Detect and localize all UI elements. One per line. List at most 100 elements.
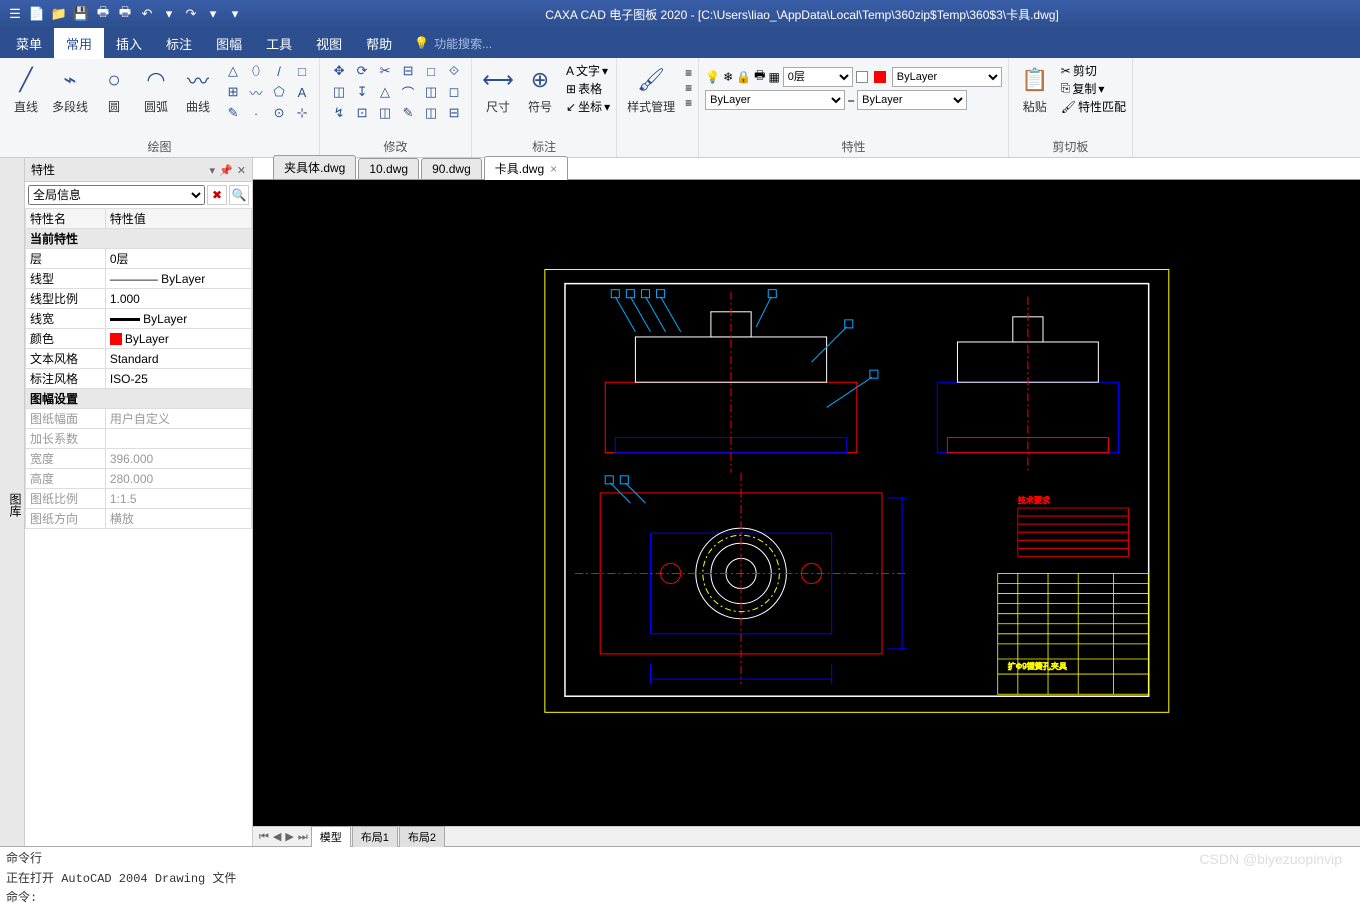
tool-icon[interactable]: ✥ xyxy=(330,62,348,80)
tool-icon[interactable]: ◻ xyxy=(445,83,463,101)
tool-icon[interactable]: A xyxy=(293,83,311,101)
save-icon[interactable]: 💾 xyxy=(72,5,90,23)
drawing-canvas[interactable]: 扩Φ9镗簧孔夹具 技术要求 xyxy=(253,180,1360,826)
print-icon[interactable]: 🖶 xyxy=(94,5,112,23)
tab-tools[interactable]: 工具 xyxy=(254,28,304,59)
tool-icon[interactable]: ✎ xyxy=(224,104,242,122)
layer-freeze-icon[interactable]: ❄ xyxy=(723,70,733,84)
table-button[interactable]: ⊞表格 xyxy=(566,80,610,97)
command-input[interactable]: 命令: xyxy=(0,887,1360,906)
layer-light-icon[interactable]: 💡 xyxy=(705,70,720,84)
line-button[interactable]: ╱直线 xyxy=(6,62,46,117)
property-grid[interactable]: 特性名特性值 当前特性 层0层 线型———— ByLayer 线型比例1.000… xyxy=(25,208,252,846)
first-icon[interactable]: ⏮ xyxy=(257,831,271,843)
tool-icon[interactable]: ⬯ xyxy=(247,62,265,80)
match-prop-button[interactable]: 🖌特性匹配 xyxy=(1061,98,1126,115)
prop-value[interactable]: 1.000 xyxy=(105,289,251,309)
undo-dropdown-icon[interactable]: ▾ xyxy=(160,5,178,23)
select-icon[interactable]: ✖ xyxy=(207,185,227,205)
match-icon[interactable]: ≡ xyxy=(685,66,692,80)
layout-tab-model[interactable]: 模型 xyxy=(311,826,351,847)
file-menu[interactable]: 菜单 xyxy=(4,28,54,59)
layer-color-icon[interactable]: ▦ xyxy=(768,70,779,84)
layout-tab-2[interactable]: 布局2 xyxy=(399,826,445,847)
tool-icon[interactable]: ⊟ xyxy=(399,62,417,80)
tab-sheet[interactable]: 图幅 xyxy=(204,28,254,59)
tool-icon[interactable]: ⊟ xyxy=(445,104,463,122)
tool-icon[interactable]: △ xyxy=(224,62,242,80)
tool-icon[interactable]: / xyxy=(270,62,288,80)
doc-tab[interactable]: 90.dwg xyxy=(421,158,482,179)
sidebar-library-tab[interactable]: 图库 xyxy=(0,158,25,846)
pin-icon[interactable]: 📌 xyxy=(219,165,233,177)
quickselect-icon[interactable]: 🔍 xyxy=(229,185,249,205)
layer-lock-icon[interactable]: 🔒 xyxy=(736,70,751,84)
new-icon[interactable]: 📄 xyxy=(28,5,46,23)
tool-icon[interactable]: ⊡ xyxy=(353,104,371,122)
tab-view[interactable]: 视图 xyxy=(304,28,354,59)
tool-icon[interactable]: □ xyxy=(293,62,311,80)
tool-icon[interactable]: ◫ xyxy=(422,83,440,101)
tab-annotate[interactable]: 标注 xyxy=(154,28,204,59)
open-icon[interactable]: 📁 xyxy=(50,5,68,23)
layer-print-icon[interactable]: 🖶 xyxy=(754,66,765,87)
tool-icon[interactable]: ⌒ xyxy=(399,83,417,101)
prop-value[interactable]: Standard xyxy=(105,349,251,369)
prop-value[interactable]: ByLayer xyxy=(105,309,251,329)
polyline-button[interactable]: ⌁多段线 xyxy=(48,62,92,117)
selection-dropdown[interactable]: 全局信息 xyxy=(28,185,205,205)
lineweight-select[interactable]: ByLayer xyxy=(857,90,967,110)
tool-icon[interactable]: △ xyxy=(376,83,394,101)
text-button[interactable]: A文字 ▾ xyxy=(566,62,610,79)
dimension-button[interactable]: ⟷尺寸 xyxy=(478,62,518,117)
tool-icon[interactable]: ✎ xyxy=(399,104,417,122)
tool-icon[interactable]: ✂ xyxy=(376,62,394,80)
doc-tab[interactable]: 卡具.dwg× xyxy=(484,156,568,180)
copy-button[interactable]: ⎘复制 ▾ xyxy=(1061,80,1126,97)
pin-icon[interactable]: ▾ xyxy=(210,165,216,177)
tool-icon[interactable]: ⊞ xyxy=(224,83,242,101)
tool-icon[interactable]: ◫ xyxy=(422,104,440,122)
layer-select[interactable]: 0层 xyxy=(783,67,853,87)
tool-icon[interactable]: □ xyxy=(422,62,440,80)
tool-icon[interactable]: ◫ xyxy=(330,83,348,101)
app-menu-icon[interactable]: ☰ xyxy=(6,5,24,23)
prev-icon[interactable]: ◀ xyxy=(271,831,283,843)
cut-button[interactable]: ✂剪切 xyxy=(1061,62,1126,79)
tool-icon[interactable]: · xyxy=(247,104,265,122)
last-icon[interactable]: ⏭ xyxy=(296,831,310,843)
match-icon[interactable]: ≡ xyxy=(685,81,692,95)
arc-button[interactable]: ◠圆弧 xyxy=(136,62,176,117)
prop-value[interactable]: ———— ByLayer xyxy=(105,269,251,289)
doc-tab[interactable]: 夹具体.dwg xyxy=(273,155,356,179)
symbol-button[interactable]: ⊕符号 xyxy=(520,62,560,117)
doc-tab[interactable]: 10.dwg xyxy=(358,158,419,179)
redo-icon[interactable]: ↷ xyxy=(182,5,200,23)
tab-help[interactable]: 帮助 xyxy=(354,28,404,59)
next-icon[interactable]: ▶ xyxy=(283,831,295,843)
tool-icon[interactable]: ↯ xyxy=(330,104,348,122)
match-icon[interactable]: ≡ xyxy=(685,96,692,110)
tool-icon[interactable]: ⊙ xyxy=(270,104,288,122)
prop-value[interactable]: 0层 xyxy=(105,249,251,269)
redo-dropdown-icon[interactable]: ▾ xyxy=(204,5,222,23)
qat-customize-icon[interactable]: ▾ xyxy=(226,5,244,23)
prop-value[interactable]: ISO-25 xyxy=(105,369,251,389)
tool-icon[interactable]: ↧ xyxy=(353,83,371,101)
tool-icon[interactable]: 〰 xyxy=(247,83,265,101)
tool-icon[interactable]: ◫ xyxy=(376,104,394,122)
layout-tab-1[interactable]: 布局1 xyxy=(352,826,398,847)
undo-icon[interactable]: ↶ xyxy=(138,5,156,23)
tool-icon[interactable]: ⊹ xyxy=(293,104,311,122)
spline-button[interactable]: 〰曲线 xyxy=(178,62,218,117)
print-preview-icon[interactable]: 🖶 xyxy=(116,5,134,23)
style-manager-button[interactable]: 🖌样式管理 xyxy=(623,62,679,117)
tab-common[interactable]: 常用 xyxy=(54,28,104,59)
tab-insert[interactable]: 插入 xyxy=(104,28,154,59)
tool-icon[interactable]: ⬠ xyxy=(270,83,288,101)
circle-button[interactable]: ○圆 xyxy=(94,62,134,117)
prop-value[interactable]: ByLayer xyxy=(105,329,251,349)
close-tab-icon[interactable]: × xyxy=(550,162,557,176)
function-search[interactable]: 💡功能搜索... xyxy=(414,35,492,52)
linetype-icon[interactable]: ⎯ xyxy=(848,93,854,108)
